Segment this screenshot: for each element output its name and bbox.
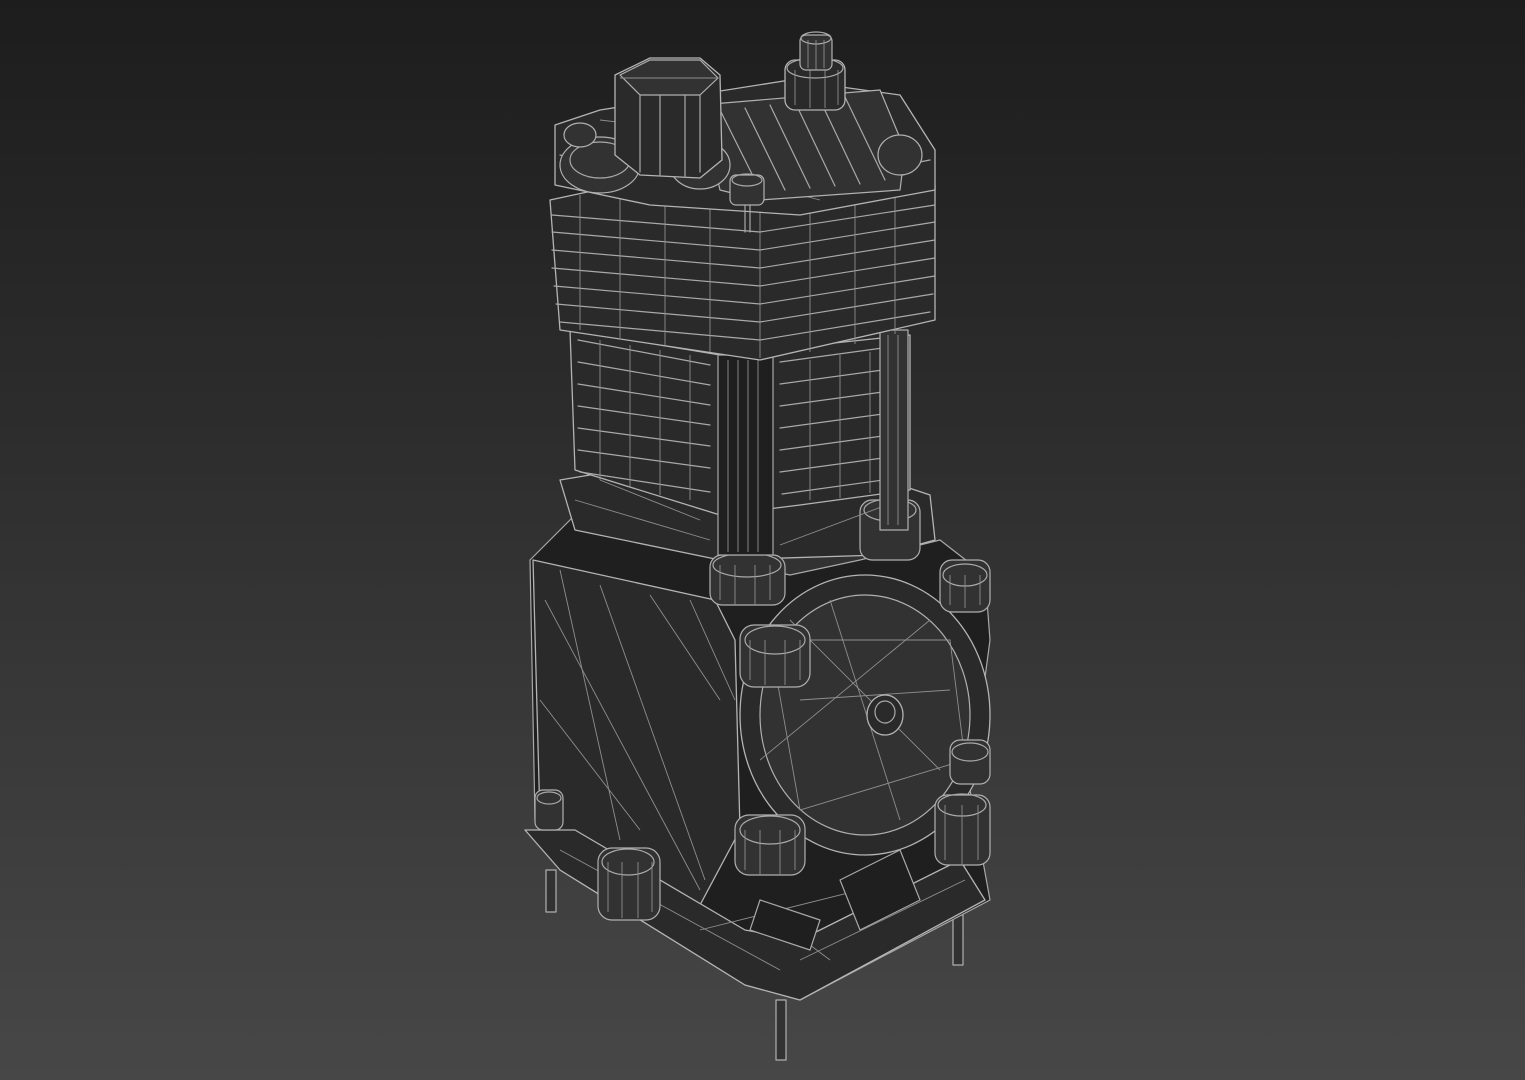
bolt-head	[734, 814, 806, 876]
bolt-head	[949, 739, 991, 785]
compressor-wireframe-model[interactable]	[0, 0, 1525, 1080]
top-fitting	[784, 31, 846, 111]
bolt-head	[597, 847, 661, 921]
bolt-head	[534, 789, 564, 831]
viewport[interactable]	[0, 0, 1525, 1080]
valve-cap	[614, 57, 723, 179]
bolt-head	[739, 624, 811, 688]
bolt-head	[939, 559, 991, 613]
bolt-head	[934, 793, 991, 866]
